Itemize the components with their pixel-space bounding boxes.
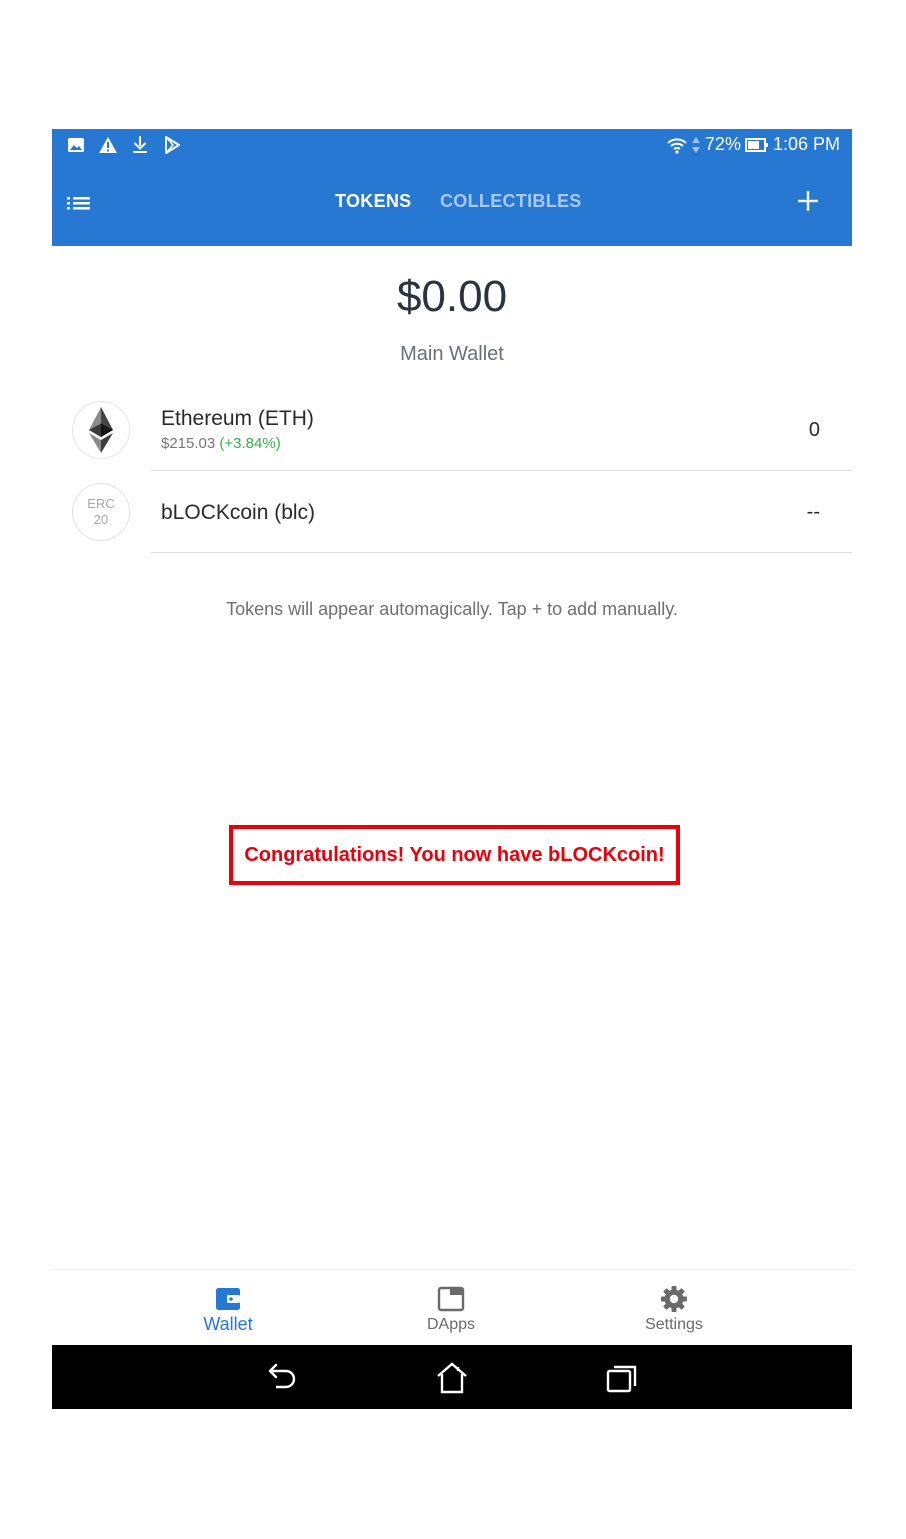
play-store-icon <box>162 135 182 155</box>
nav-settings-label: Settings <box>645 1316 703 1333</box>
gear-icon <box>659 1284 689 1314</box>
nav-dapps-label: DApps <box>426 1316 476 1333</box>
token-amount: 0 <box>808 419 820 441</box>
add-token-button[interactable] <box>794 187 822 215</box>
erc20-icon-line2: 20 <box>93 512 109 527</box>
app-header: TOKENS COLLECTIBLES <box>52 161 852 246</box>
row-divider <box>151 552 852 553</box>
data-transfer-icon <box>691 135 701 155</box>
clock: 1:06 PM <box>772 134 840 154</box>
image-icon <box>66 135 86 155</box>
home-icon[interactable] <box>434 1361 470 1395</box>
system-nav-bar <box>52 1345 852 1409</box>
tab-collectibles[interactable]: COLLECTIBLES <box>440 191 582 212</box>
token-price-value: $215.03 <box>161 435 216 452</box>
token-name: bLOCKcoin (blc) <box>161 501 316 524</box>
browser-window-icon <box>436 1284 466 1314</box>
download-icon <box>130 135 150 155</box>
total-balance: $0.00 <box>396 272 508 321</box>
status-bar: 72% 1:06 PM <box>52 129 852 161</box>
erc20-icon-line1: ERC <box>87 496 115 511</box>
app-screen: 72% 1:06 PM TOKENS COLLECTIBLES $0.00 Ma… <box>52 129 852 1409</box>
token-name: Ethereum (ETH) <box>161 407 314 430</box>
nav-wallet[interactable]: Wallet <box>158 1270 298 1346</box>
warning-icon <box>98 135 118 155</box>
ethereum-icon <box>72 401 130 459</box>
nav-settings[interactable]: Settings <box>604 1270 744 1346</box>
token-amount: -- <box>806 501 820 523</box>
nav-wallet-label: Wallet <box>203 1314 253 1334</box>
tokens-hint: Tokens will appear automagically. Tap + … <box>226 599 678 619</box>
tab-bar: TOKENS COLLECTIBLES <box>52 161 852 246</box>
token-row-blc[interactable]: ERC 20 bLOCKcoin (blc) -- <box>52 481 852 553</box>
wallet-icon <box>213 1284 243 1314</box>
erc20-icon: ERC 20 <box>72 483 130 541</box>
token-price-change: (+3.84%) <box>219 435 281 452</box>
congrats-banner: Congratulations! You now have bLOCKcoin! <box>229 825 680 885</box>
battery-icon <box>744 135 769 155</box>
battery-percent: 72% <box>704 134 741 154</box>
tab-tokens[interactable]: TOKENS <box>335 191 411 212</box>
wallet-name: Main Wallet <box>400 343 504 365</box>
nav-dapps[interactable]: DApps <box>381 1270 521 1346</box>
back-icon[interactable] <box>264 1361 300 1395</box>
row-divider <box>151 470 852 471</box>
wifi-icon <box>667 135 687 155</box>
bottom-navigation: Wallet DApps Settings <box>52 1269 852 1345</box>
token-price: $215.03 (+3.84%) <box>161 435 281 452</box>
token-row-eth[interactable]: Ethereum (ETH) $215.03 (+3.84%) 0 <box>52 399 852 471</box>
recent-apps-icon[interactable] <box>604 1361 640 1395</box>
